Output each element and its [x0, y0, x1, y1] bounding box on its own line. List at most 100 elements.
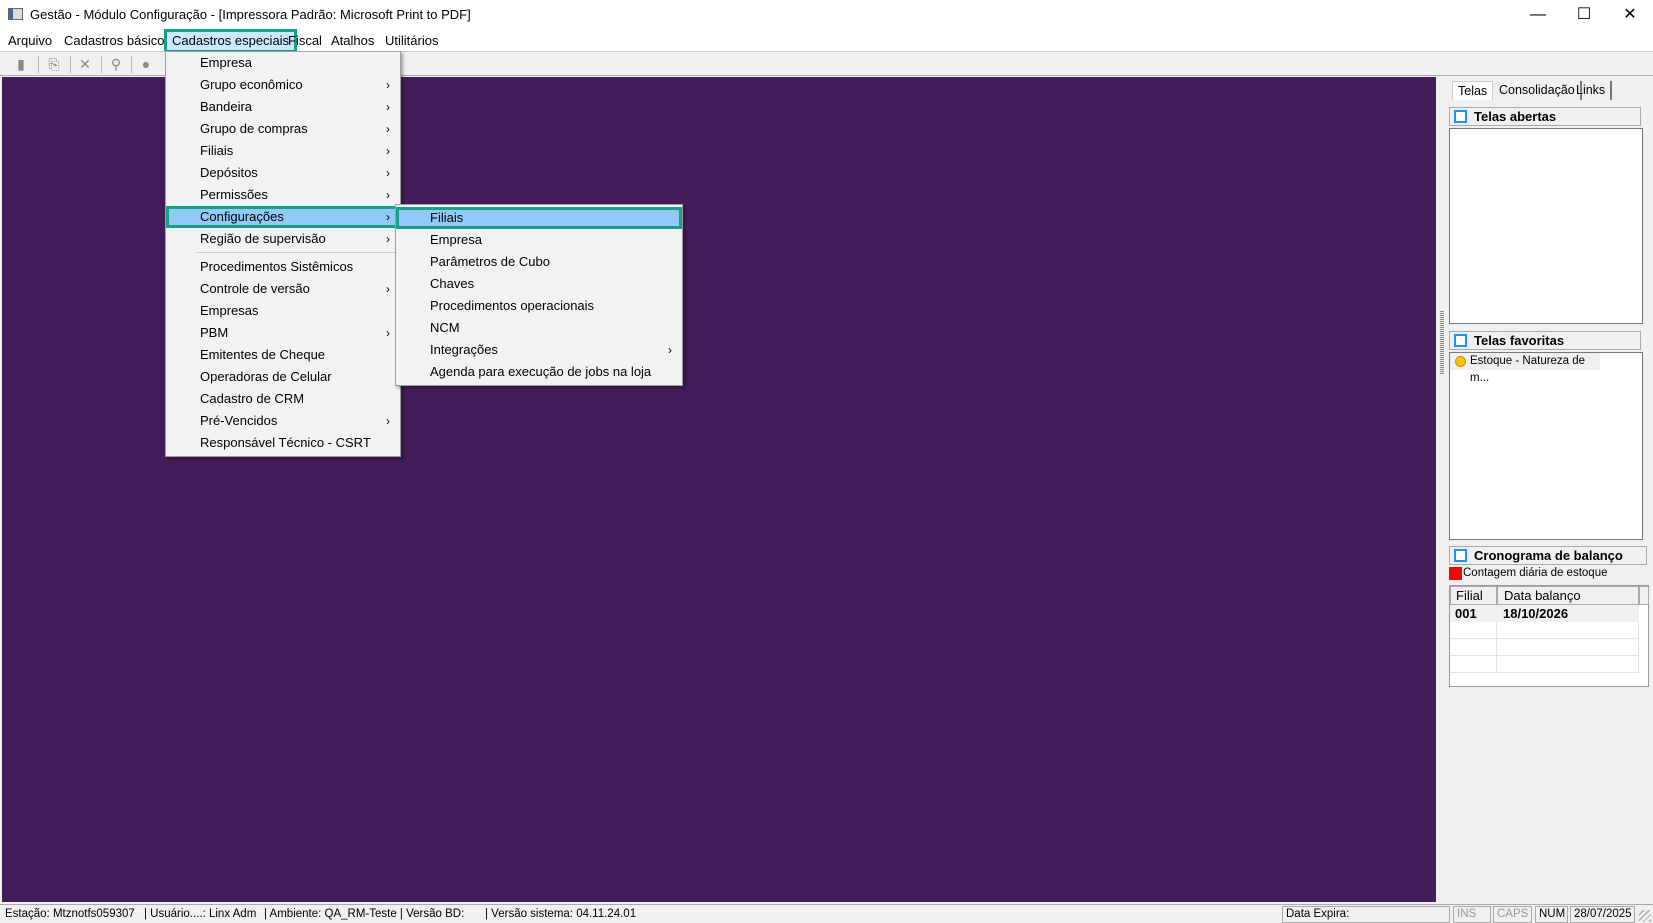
menu-atalhos[interactable]: Atalhos — [326, 32, 379, 50]
menu-item-label: Região de supervisão — [200, 231, 326, 246]
menu-item-grupo-economico[interactable]: Grupo econômico › — [166, 74, 400, 96]
menu-item-label: Operadoras de Celular — [200, 369, 332, 384]
maximize-button[interactable]: ☐ — [1561, 0, 1607, 30]
windows-icon — [1454, 110, 1467, 123]
menu-item-parametros-de-cubo[interactable]: Parâmetros de Cubo — [396, 251, 682, 273]
tab-telas[interactable]: Telas — [1452, 81, 1494, 100]
chevron-right-icon: › — [386, 78, 390, 92]
legend-label: Contagem diária de estoque — [1463, 567, 1608, 579]
cell-data-balanco: 18/10/2026 — [1503, 606, 1569, 621]
chevron-right-icon: › — [386, 326, 390, 340]
menu-item-responsavel-tecnico-csrt[interactable]: Responsável Técnico - CSRT — [166, 432, 400, 454]
chevron-right-icon: › — [386, 188, 390, 202]
delete-icon[interactable]: ✕ — [74, 55, 96, 73]
column-header-data-balanco[interactable]: Data balanço — [1497, 586, 1639, 605]
menu-item-empresas[interactable]: Empresas — [166, 300, 400, 322]
menu-item-bandeira[interactable]: Bandeira › — [166, 96, 400, 118]
menu-item-label: Emitentes de Cheque — [200, 347, 326, 362]
menu-item-label: Chaves — [430, 276, 475, 291]
menu-item-permissoes[interactable]: Permissões › — [166, 184, 400, 206]
column-header-filial[interactable]: Filial — [1450, 586, 1497, 605]
menu-item-regiao-de-supervisao[interactable]: Região de supervisão › — [166, 228, 400, 250]
window-title: Gestão - Módulo Configuração - [Impresso… — [30, 7, 471, 22]
open-screens-list[interactable] — [1449, 128, 1643, 324]
resize-grip-icon[interactable] — [1639, 910, 1651, 922]
chevron-right-icon: › — [386, 166, 390, 180]
menu-item-filiais[interactable]: Filiais — [396, 207, 682, 229]
toolbar-separator — [38, 56, 39, 73]
splitter-handle[interactable] — [1440, 311, 1444, 374]
menu-item-ncm[interactable]: NCM — [396, 317, 682, 339]
menu-item-label: Empresa — [430, 232, 483, 247]
menu-item-label: Filiais — [430, 210, 464, 225]
menu-item-controle-de-versao[interactable]: Controle de versão › — [166, 278, 400, 300]
menu-item-empresa[interactable]: Empresa — [396, 229, 682, 251]
cadastros-especiais-menu: Empresa Grupo econômico › Bandeira › Grupo de… — [165, 51, 401, 457]
menu-fiscal[interactable]: Fiscal — [283, 32, 327, 50]
favorite-dot-icon — [1455, 356, 1466, 367]
menu-arquivo[interactable]: Arquivo — [3, 32, 57, 50]
status-num: NUM — [1535, 906, 1568, 923]
menu-item-integracoes[interactable]: Integrações › — [396, 339, 682, 361]
menu-item-procedimentos-operacionais[interactable]: Procedimentos operacionais — [396, 295, 682, 317]
menu-cadastros-basicos[interactable]: Cadastros básicos — [59, 32, 176, 50]
favorites-list[interactable]: Estoque - Natureza de m... — [1449, 352, 1643, 540]
favorites-title: Telas favoritas — [1474, 333, 1565, 348]
chevron-right-icon: › — [386, 144, 390, 158]
chevron-right-icon: › — [668, 343, 672, 357]
menu-item-label: Configurações — [200, 209, 284, 224]
menu-item-filiais[interactable]: Filiais › — [166, 140, 400, 162]
tab-consolidacao[interactable]: Consolidação — [1494, 81, 1582, 100]
menu-item-configuracoes[interactable]: Configurações › — [166, 206, 400, 228]
chevron-right-icon: › — [386, 100, 390, 114]
table-row[interactable]: 001 18/10/2026 — [1450, 605, 1639, 622]
toolbar-separator — [131, 56, 132, 73]
toolbar-separator — [70, 56, 71, 73]
favorite-label: Estoque - Natureza de m... — [1470, 355, 1586, 384]
chevron-right-icon: › — [386, 122, 390, 136]
menu-cadastros-especiais[interactable]: Cadastros especiais — [163, 29, 298, 53]
app-icon — [8, 8, 23, 20]
menu-item-label: Parâmetros de Cubo — [430, 254, 550, 269]
menu-item-label: Grupo econômico — [200, 77, 303, 92]
menu-item-emitentes-de-cheque[interactable]: Emitentes de Cheque — [166, 344, 400, 366]
empty-cell — [1450, 639, 1497, 656]
tab-links[interactable]: Links — [1571, 81, 1613, 100]
status-caps: CAPS — [1493, 906, 1532, 923]
menu-item-label: Depósitos — [200, 165, 258, 180]
menu-item-label: Pré-Vencidos — [200, 413, 278, 428]
status-version: | Versão sistema: 04.11.24.01 — [485, 908, 637, 920]
menu-item-agenda-para-execucao-de-jobs-na-loja[interactable]: Agenda para execução de jobs na loja — [396, 361, 682, 383]
menu-item-label: Integrações — [430, 342, 498, 357]
menu-item-empresa[interactable]: Empresa — [166, 52, 400, 74]
menu-item-cadastro-de-crm[interactable]: Cadastro de CRM — [166, 388, 400, 410]
status-date: 28/07/2025 — [1570, 906, 1635, 923]
menu-item-grupo-de-compras[interactable]: Grupo de compras › — [166, 118, 400, 140]
menu-item-label: Cadastro de CRM — [200, 391, 305, 406]
menu-item-pbm[interactable]: PBM › — [166, 322, 400, 344]
close-button[interactable]: ✕ — [1607, 0, 1653, 30]
menu-item-chaves[interactable]: Chaves — [396, 273, 682, 295]
menu-item-label: Filiais — [200, 143, 234, 158]
menu-item-depositos[interactable]: Depósitos › — [166, 162, 400, 184]
paste-icon[interactable]: ⎘ — [43, 55, 65, 73]
windows-icon — [1454, 334, 1467, 347]
chevron-right-icon: › — [386, 210, 390, 224]
menu-item-label: Procedimentos operacionais — [430, 298, 595, 313]
menu-item-label: Agenda para execução de jobs na loja — [430, 364, 652, 379]
empty-cell — [1497, 656, 1639, 673]
menu-item-label: Procedimentos Sistêmicos — [200, 259, 354, 274]
menu-item-procedimentos-sistemicos[interactable]: Procedimentos Sistêmicos — [166, 256, 400, 278]
menu-item-pre-vencidos[interactable]: Pré-Vencidos › — [166, 410, 400, 432]
menu-utilitarios[interactable]: Utilitários — [380, 32, 443, 50]
favorite-item[interactable]: Estoque - Natureza de m... — [1450, 353, 1600, 384]
chevron-right-icon: › — [386, 414, 390, 428]
status-environment: | Ambiente: QA_RM-Teste | Versão BD: — [264, 908, 465, 920]
save-icon[interactable]: ▮ — [10, 55, 32, 73]
minimize-button[interactable]: — — [1515, 0, 1561, 30]
menu-item-operadoras-de-celular[interactable]: Operadoras de Celular — [166, 366, 400, 388]
record-icon[interactable]: ● — [135, 55, 157, 73]
menu-bar: Arquivo Cadastros básicos Cadastros espe… — [0, 29, 1653, 53]
search-icon[interactable]: ⚲ — [105, 55, 127, 73]
schedule-grid: Filial Data balanço 001 18/10/2026 — [1449, 585, 1649, 687]
